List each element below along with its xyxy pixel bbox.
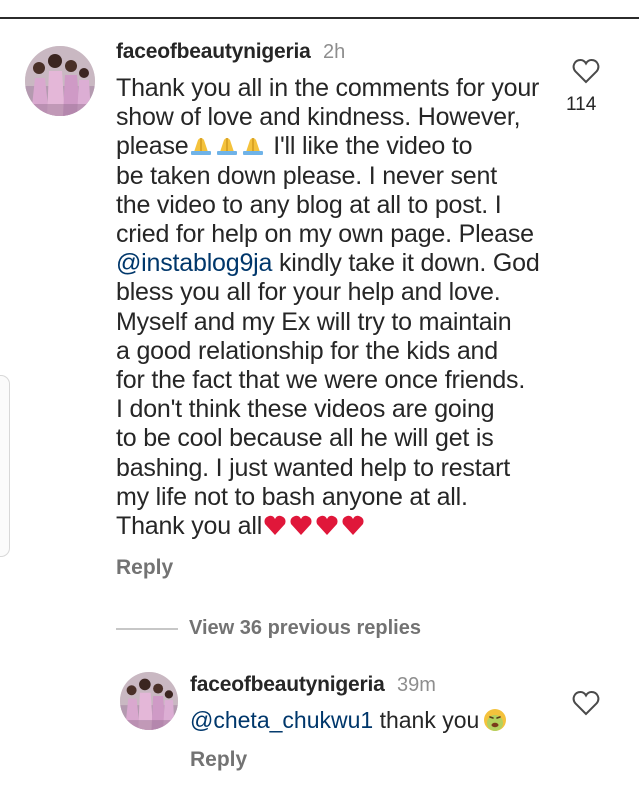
comment-text: kindly take it down. God bbox=[272, 249, 540, 278]
view-replies-button[interactable]: View 36 previous replies bbox=[189, 617, 421, 640]
like-count: 114 bbox=[566, 94, 597, 115]
comment-text: Thank you all bbox=[116, 512, 263, 541]
comment-time: 2h bbox=[323, 41, 346, 63]
comment-line: I don't think these videos are going bbox=[116, 395, 495, 424]
comment-username[interactable]: faceofbeautynigeria bbox=[116, 40, 311, 64]
top-divider bbox=[0, 17, 639, 19]
comment-line: for the fact that we were once friends. bbox=[116, 366, 526, 395]
comment-line: cried for help on my own page. Please bbox=[116, 220, 534, 249]
reply-body: @cheta_chukwu1 thank you bbox=[190, 707, 507, 734]
reply-text: thank you bbox=[373, 707, 480, 733]
comment-line: @instablog9ja kindly take it down. God bbox=[116, 249, 566, 278]
comment-line: bashing. I just wanted help to restart bbox=[116, 453, 511, 482]
edge-scroll-handle bbox=[0, 375, 10, 557]
comment-text: I'll like the video to bbox=[266, 132, 473, 161]
sick-face-emoji bbox=[483, 708, 507, 732]
reply-reply-button[interactable]: Reply bbox=[190, 748, 247, 772]
reply-avatar[interactable] bbox=[120, 672, 178, 730]
comment-text: please bbox=[116, 132, 189, 161]
reply-time: 39m bbox=[397, 674, 436, 696]
folded-hands-emoji bbox=[189, 134, 213, 156]
comment-line: Myself and my Ex will try to maintain bbox=[116, 307, 512, 336]
reply-mention-link[interactable]: @cheta_chukwu1 bbox=[190, 707, 373, 733]
reply-like-button[interactable] bbox=[572, 690, 600, 716]
comment-line: show of love and kindness. However, bbox=[116, 103, 521, 132]
folded-hands-emoji bbox=[241, 134, 265, 156]
mention-link[interactable]: @instablog9ja bbox=[116, 249, 272, 277]
avatar[interactable] bbox=[25, 46, 95, 116]
like-button[interactable] bbox=[572, 58, 600, 84]
comment-line: Thank you all bbox=[116, 512, 566, 541]
comment-line: Thank you all in the comments for your bbox=[116, 74, 540, 102]
red-heart-emoji bbox=[289, 514, 313, 536]
heart-outline-icon bbox=[572, 58, 600, 84]
folded-hands-emoji bbox=[215, 134, 239, 156]
comment-line: bless you all for your help and love. bbox=[116, 278, 501, 307]
red-heart-emoji bbox=[263, 514, 287, 536]
comment-line: my life not to bash anyone at all. bbox=[116, 482, 468, 511]
comment-body: Thank you all in the comments for your s… bbox=[116, 74, 566, 541]
heart-outline-icon bbox=[572, 690, 600, 716]
comment-line: to be cool because all he will get is bbox=[116, 424, 494, 453]
comment-line: please I'll like the video to bbox=[116, 132, 566, 161]
reply-username[interactable]: faceofbeautynigeria bbox=[190, 673, 385, 697]
red-heart-emoji bbox=[315, 514, 339, 536]
reply-button[interactable]: Reply bbox=[116, 556, 173, 580]
comment-line: the video to any blog at all to post. I bbox=[116, 190, 502, 219]
red-heart-emoji bbox=[341, 514, 365, 536]
comment-line: be taken down please. I never sent bbox=[116, 161, 497, 190]
replies-divider bbox=[116, 628, 178, 630]
comment-line: a good relationship for the kids and bbox=[116, 336, 498, 365]
